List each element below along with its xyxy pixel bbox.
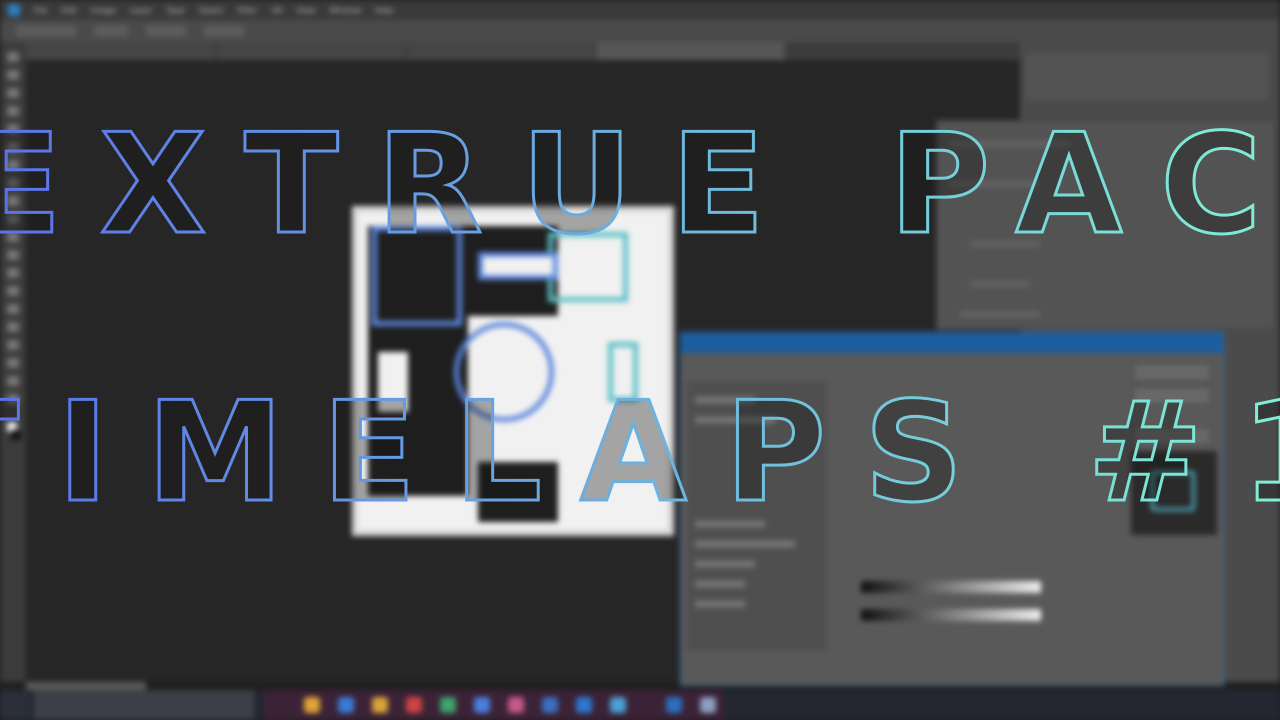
title-line-1: TEXTRUE PACK <box>0 104 1280 265</box>
thumbnail-overlay: TEXTRUE PACK TIMELAPS #1 <box>0 0 1280 720</box>
title-line-2: TIMELAPS #1 <box>0 372 1280 533</box>
title-graphic: TEXTRUE PACK TIMELAPS #1 <box>0 103 1280 535</box>
